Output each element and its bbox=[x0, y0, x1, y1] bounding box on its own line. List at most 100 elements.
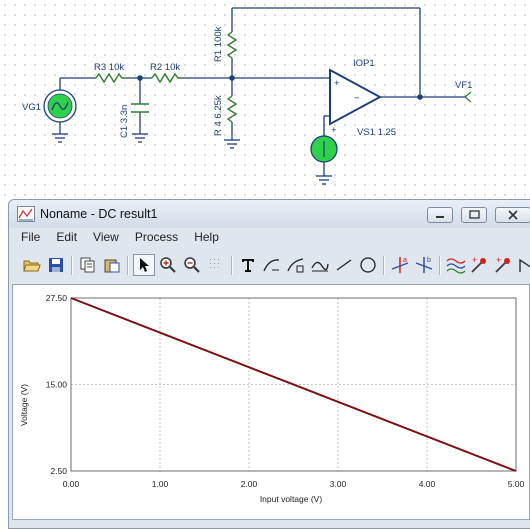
step-icon bbox=[519, 258, 530, 272]
curve-tool-2-icon bbox=[287, 258, 304, 273]
minimize-icon bbox=[436, 216, 444, 218]
save-button[interactable] bbox=[45, 254, 67, 276]
dc-result-plot[interactable]: 0.00 1.00 2.00 3.00 4.00 5.00 27.50 15.00 2.50 V… bbox=[12, 284, 530, 520]
circle-tool-icon bbox=[360, 257, 376, 273]
x-tick-label: 3.00 bbox=[330, 479, 347, 489]
ground-symbols bbox=[52, 133, 332, 185]
y-tick-label: 2.50 bbox=[50, 466, 67, 476]
cursor-b-button[interactable]: b bbox=[413, 254, 435, 276]
maximize-icon bbox=[469, 210, 480, 219]
text-tool-button[interactable] bbox=[237, 254, 259, 276]
x-axis-title: Input voltage (V) bbox=[260, 494, 323, 504]
label-r3: R3 10k bbox=[94, 62, 124, 73]
label-r2: R2 10k bbox=[150, 62, 180, 73]
schematic-wires bbox=[59, 7, 465, 176]
dc-result-window: Noname - DC result1 File Edit View Proce… bbox=[8, 199, 530, 529]
zoom-in-button[interactable] bbox=[157, 254, 179, 276]
label-vs1: VS1 1.25 bbox=[357, 127, 396, 138]
open-folder-icon bbox=[23, 260, 41, 272]
vs1-plus-pin: + bbox=[331, 125, 337, 136]
window-titlebar[interactable]: Noname - DC result1 bbox=[9, 200, 530, 228]
x-tick-label: 2.00 bbox=[241, 479, 258, 489]
text-tool-icon bbox=[242, 259, 254, 272]
svg-text:a: a bbox=[403, 257, 407, 264]
toolbar: a b + + bbox=[15, 252, 530, 278]
copy-button[interactable] bbox=[77, 254, 99, 276]
menu-bar: File Edit View Process Help bbox=[9, 229, 530, 247]
chart-svg: 0.00 1.00 2.00 3.00 4.00 5.00 27.50 15.00 2.50 V… bbox=[19, 293, 525, 504]
toolbar-separator bbox=[439, 256, 441, 275]
close-icon bbox=[508, 210, 518, 220]
source-vg1 bbox=[43, 89, 77, 123]
curve-tool-3-button[interactable] bbox=[309, 254, 331, 276]
x-tick-label: 0.00 bbox=[63, 479, 80, 489]
zoom-out-icon bbox=[184, 257, 200, 273]
menu-file[interactable]: File bbox=[13, 229, 48, 247]
svg-text:b: b bbox=[427, 257, 431, 264]
app-chart-icon bbox=[17, 206, 35, 222]
output-vf1-marker bbox=[464, 91, 472, 103]
close-button[interactable] bbox=[495, 207, 530, 223]
opamp-plus-pin: + bbox=[334, 78, 340, 89]
y-axis-title: Voltage (V) bbox=[19, 384, 29, 426]
label-c1: C1 3.3n bbox=[119, 105, 130, 138]
toolbar-separator bbox=[71, 256, 73, 275]
y-tick-label: 15.00 bbox=[46, 380, 68, 390]
copy-icon bbox=[80, 257, 95, 273]
open-button[interactable] bbox=[21, 254, 43, 276]
label-r1: R1 100k bbox=[213, 26, 224, 62]
marker-1-icon: + bbox=[471, 255, 486, 273]
line-tool-icon bbox=[336, 259, 352, 271]
wave-icon bbox=[446, 258, 466, 274]
pointer-icon bbox=[140, 258, 149, 272]
cursor-a-icon: a bbox=[391, 257, 409, 273]
curve-tool-1-icon bbox=[263, 259, 280, 272]
schematic-drawing: VG1 R3 10k R2 10k C1 3.3n R1 100k R 4 6.… bbox=[22, 7, 472, 185]
paste-icon bbox=[104, 259, 120, 273]
chart-series bbox=[70, 297, 517, 472]
paste-button[interactable] bbox=[101, 254, 123, 276]
series-line bbox=[70, 297, 517, 472]
toolbar-separator bbox=[231, 256, 233, 275]
grid-icon bbox=[210, 259, 219, 268]
zoom-out-button[interactable] bbox=[181, 254, 203, 276]
source-vs1 bbox=[310, 135, 338, 163]
resistor-r2 bbox=[151, 72, 181, 84]
capacitor-c1 bbox=[131, 103, 149, 113]
minimize-button[interactable] bbox=[427, 207, 453, 223]
line-tool-button[interactable] bbox=[333, 254, 355, 276]
curve-tool-3-icon bbox=[311, 261, 329, 272]
resistor-r3 bbox=[95, 72, 125, 84]
label-vf1: VF1 bbox=[455, 80, 472, 91]
menu-view[interactable]: View bbox=[85, 229, 127, 247]
label-iop1: IOP1 bbox=[353, 58, 375, 69]
cursor-b-icon: b bbox=[415, 257, 433, 273]
curve-tool-2-button[interactable] bbox=[285, 254, 307, 276]
x-tick-label: 1.00 bbox=[152, 479, 169, 489]
menu-process[interactable]: Process bbox=[127, 229, 186, 247]
circle-tool-button[interactable] bbox=[357, 254, 379, 276]
resistor-r1 bbox=[226, 31, 238, 59]
cursor-a-button[interactable]: a bbox=[389, 254, 411, 276]
grid-button[interactable] bbox=[205, 254, 227, 276]
marker-2-button[interactable]: + bbox=[493, 254, 515, 276]
menu-help[interactable]: Help bbox=[186, 229, 227, 247]
toolbar-separator bbox=[127, 256, 129, 275]
opamp-minus-pin: − bbox=[354, 93, 360, 104]
maximize-button[interactable] bbox=[461, 207, 487, 223]
zoom-in-icon bbox=[160, 257, 176, 273]
menu-edit[interactable]: Edit bbox=[48, 229, 85, 247]
svg-text:+: + bbox=[496, 255, 501, 265]
window-title: Noname - DC result1 bbox=[40, 207, 158, 221]
x-tick-label: 5.00 bbox=[508, 479, 525, 489]
save-disk-icon bbox=[49, 258, 63, 272]
marker-1-button[interactable]: + bbox=[469, 254, 491, 276]
x-tick-label: 4.00 bbox=[419, 479, 436, 489]
label-vg1: VG1 bbox=[22, 102, 41, 113]
pointer-button[interactable] bbox=[133, 254, 155, 276]
wave-button[interactable] bbox=[445, 254, 467, 276]
curve-tool-1-button[interactable] bbox=[261, 254, 283, 276]
step-button[interactable] bbox=[515, 254, 530, 276]
schematic-canvas[interactable]: VG1 R3 10k R2 10k C1 3.3n R1 100k R 4 6.… bbox=[0, 0, 530, 196]
marker-2-icon: + bbox=[495, 255, 510, 273]
